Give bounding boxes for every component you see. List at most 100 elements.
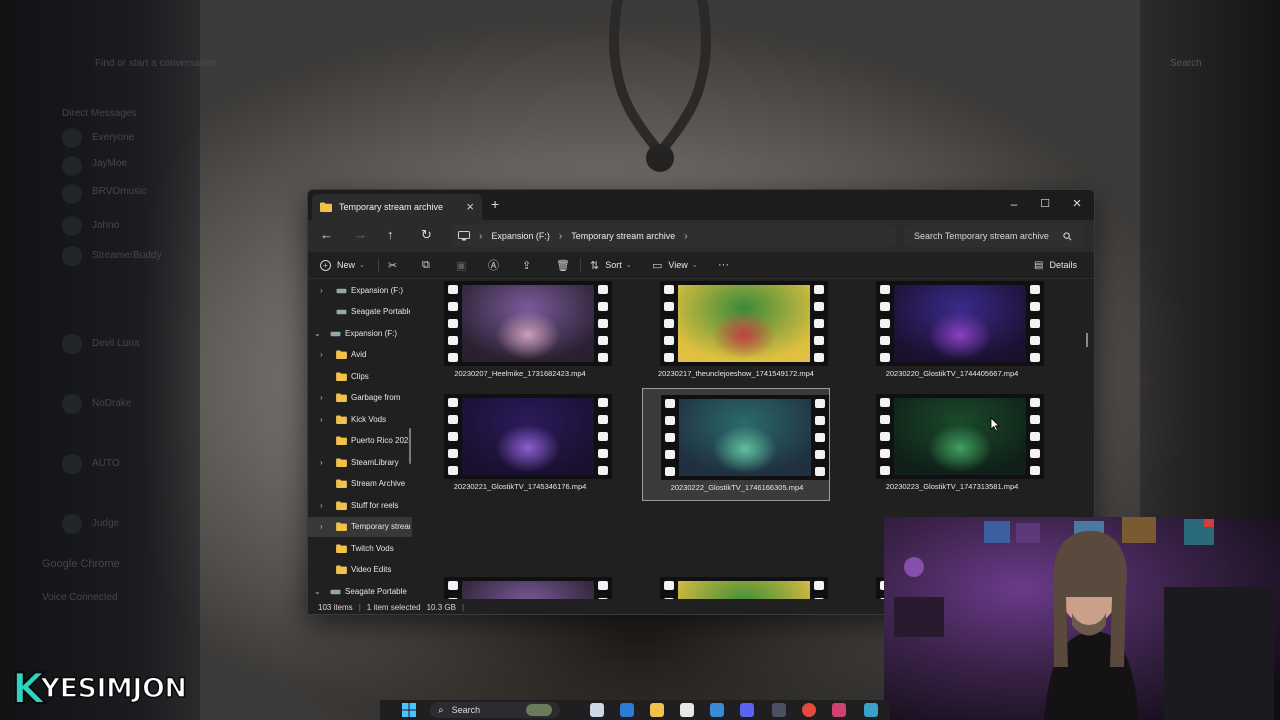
nav-pane-scrollbar[interactable]: [409, 428, 411, 464]
background-object: [609, 0, 711, 172]
webcam-overlay: [884, 517, 1280, 720]
chevron-right-icon[interactable]: ›: [320, 501, 323, 510]
chevron-down-icon[interactable]: ⌄: [314, 587, 321, 596]
nav-tree-item[interactable]: Seagate Portable: [308, 302, 412, 322]
file-tile[interactable]: 20230222_GlostikTV_1746166305.mp4: [642, 388, 830, 501]
nav-tree-item[interactable]: › Kick Vods: [308, 409, 412, 429]
chrome-icon[interactable]: [802, 703, 816, 717]
task-view-icon[interactable]: [590, 703, 604, 717]
nav-tree-item[interactable]: Twitch Vods: [308, 538, 412, 558]
paste-icon[interactable]: ▣: [456, 257, 466, 273]
file-tile[interactable]: 20230221_GlostikTV_1745346176.mp4: [426, 388, 614, 501]
nav-tree-label: SteamLibrary: [351, 457, 399, 467]
delete-icon[interactable]: 🗑: [556, 257, 570, 273]
forward-arrow-icon[interactable]: →: [354, 227, 367, 242]
store-icon[interactable]: [680, 703, 694, 717]
content-scrollbar[interactable]: [1086, 333, 1088, 347]
address-bar[interactable]: › Expansion (F:) › Temporary stream arch…: [452, 225, 896, 247]
nav-tree-label: Expansion (F:): [345, 328, 398, 338]
nav-tree-item[interactable]: Stream Archive: [308, 474, 412, 494]
nav-tree-item[interactable]: › Garbage from: [308, 388, 412, 408]
nav-tree-item[interactable]: › Expansion (F:): [308, 280, 412, 300]
search-placeholder: Search Temporary stream archive: [914, 231, 1049, 241]
chevron-down-icon: ⌄: [359, 262, 365, 269]
chevron-right-icon[interactable]: ›: [320, 393, 323, 402]
mail-icon[interactable]: [710, 703, 724, 717]
chevron-right-icon[interactable]: ›: [320, 415, 323, 424]
up-arrow-icon[interactable]: ↑: [387, 227, 394, 242]
thumbnail-frame: [462, 285, 594, 362]
nav-tree-item[interactable]: › Avid: [308, 345, 412, 365]
command-bar: + New ⌄ ✂ ⧉ ▣ Ⓐ ⇪ 🗑 ⇅ Sort ⌄ ▭ View ⌄ ··…: [308, 252, 1094, 279]
drive-icon: [330, 589, 341, 594]
rename-icon[interactable]: Ⓐ: [488, 257, 499, 273]
back-arrow-icon[interactable]: ←: [320, 227, 333, 242]
drive-icon: [330, 331, 341, 336]
chevron-right-icon[interactable]: ›: [320, 350, 323, 359]
nav-tree-item[interactable]: › SteamLibrary: [308, 452, 412, 472]
close-window-button[interactable]: ×: [1061, 193, 1093, 215]
chevron-right-icon[interactable]: ›: [320, 458, 323, 467]
windows-start-icon[interactable]: [402, 703, 416, 717]
new-tab-button[interactable]: +: [491, 196, 499, 212]
search-input[interactable]: Search Temporary stream archive: [904, 225, 1084, 247]
sort-button[interactable]: ⇅ Sort ⌄: [590, 257, 632, 273]
more-options-icon[interactable]: ···: [718, 257, 729, 273]
nav-tree-item[interactable]: › Stuff for reels: [308, 495, 412, 515]
chevron-right-icon[interactable]: ›: [320, 522, 323, 531]
file-tile[interactable]: 20230220_GlostikTV_1744405667.mp4: [858, 280, 1046, 388]
navigation-bar: ← → ↑ ↻ › Expansion (F:) › Temporary str…: [308, 220, 1094, 252]
file-tile[interactable]: 20230207_Heelmike_1731682423.mp4: [426, 280, 614, 388]
nav-tree-item[interactable]: Puerto Rico 2023: [308, 431, 412, 451]
breadcrumb-expansion[interactable]: Expansion (F:): [491, 231, 550, 241]
maximize-button[interactable]: ☐: [1029, 193, 1061, 215]
chevron-down-icon[interactable]: ⌄: [314, 329, 321, 338]
nav-tree-item[interactable]: ⌄ Expansion (F:): [308, 323, 412, 343]
nav-tree-item[interactable]: Clips: [308, 366, 412, 386]
tab-temporary-stream-archive[interactable]: Temporary stream archive ×: [312, 194, 482, 220]
refresh-icon[interactable]: ↻: [421, 227, 432, 243]
nav-tree-label: Stream Archive: [351, 479, 406, 488]
thumbnail-frame: [894, 285, 1026, 362]
maps-icon[interactable]: [832, 703, 846, 717]
thumbnail-frame: [679, 399, 811, 476]
sort-icon: ⇅: [590, 259, 600, 272]
folder-icon: [336, 565, 347, 574]
ghost-avatar: [62, 334, 82, 354]
file-tile[interactable]: 20230223_GlostikTV_1747313581.mp4: [858, 388, 1046, 501]
file-tile[interactable]: [426, 571, 614, 599]
thumbnail-frame: [462, 581, 594, 599]
edge-icon[interactable]: [620, 703, 634, 717]
file-explorer-icon[interactable]: [650, 703, 664, 717]
file-tile[interactable]: [642, 571, 830, 599]
app-icon[interactable]: [772, 703, 786, 717]
drive-icon: [336, 288, 347, 293]
app-icon[interactable]: [864, 703, 878, 717]
ghost-friend: BRVOmusic: [92, 186, 147, 197]
details-button[interactable]: ▤ Details: [1034, 257, 1077, 273]
ghost-friend: AUTO: [92, 458, 120, 469]
divider: [378, 258, 379, 272]
close-tab-icon[interactable]: ×: [466, 199, 474, 214]
chevron-right-icon[interactable]: ›: [320, 286, 323, 295]
nav-tree-item[interactable]: Video Edits: [308, 560, 412, 580]
nav-tree-item[interactable]: › Temporary stream archive: [308, 516, 412, 537]
taskbar-search-label: Search: [451, 705, 481, 715]
ghost-avatar: [62, 156, 82, 176]
minimize-button[interactable]: –: [998, 193, 1030, 215]
view-button[interactable]: ▭ View ⌄: [652, 257, 698, 273]
chevron-right-icon: ›: [684, 230, 688, 242]
share-icon[interactable]: ⇪: [522, 257, 531, 273]
nav-tree-label: Twitch Vods: [351, 543, 394, 553]
new-button[interactable]: + New ⌄: [320, 257, 365, 273]
nav-tree-item[interactable]: ⌄ Seagate Portable: [308, 581, 412, 599]
cut-icon[interactable]: ✂: [388, 257, 397, 273]
breadcrumb-temporary-stream-archive[interactable]: Temporary stream archive: [571, 231, 675, 241]
details-pane-icon: ▤: [1034, 259, 1044, 271]
app-icon[interactable]: [740, 703, 754, 717]
copy-icon[interactable]: ⧉: [422, 257, 430, 273]
file-tile[interactable]: 20230217_theunclejoeshow_1741549172.mp4: [642, 280, 830, 388]
taskbar-search[interactable]: ⌕ Search: [430, 702, 560, 718]
mouse-cursor-icon: [990, 417, 1000, 432]
folder-icon: [336, 436, 347, 445]
